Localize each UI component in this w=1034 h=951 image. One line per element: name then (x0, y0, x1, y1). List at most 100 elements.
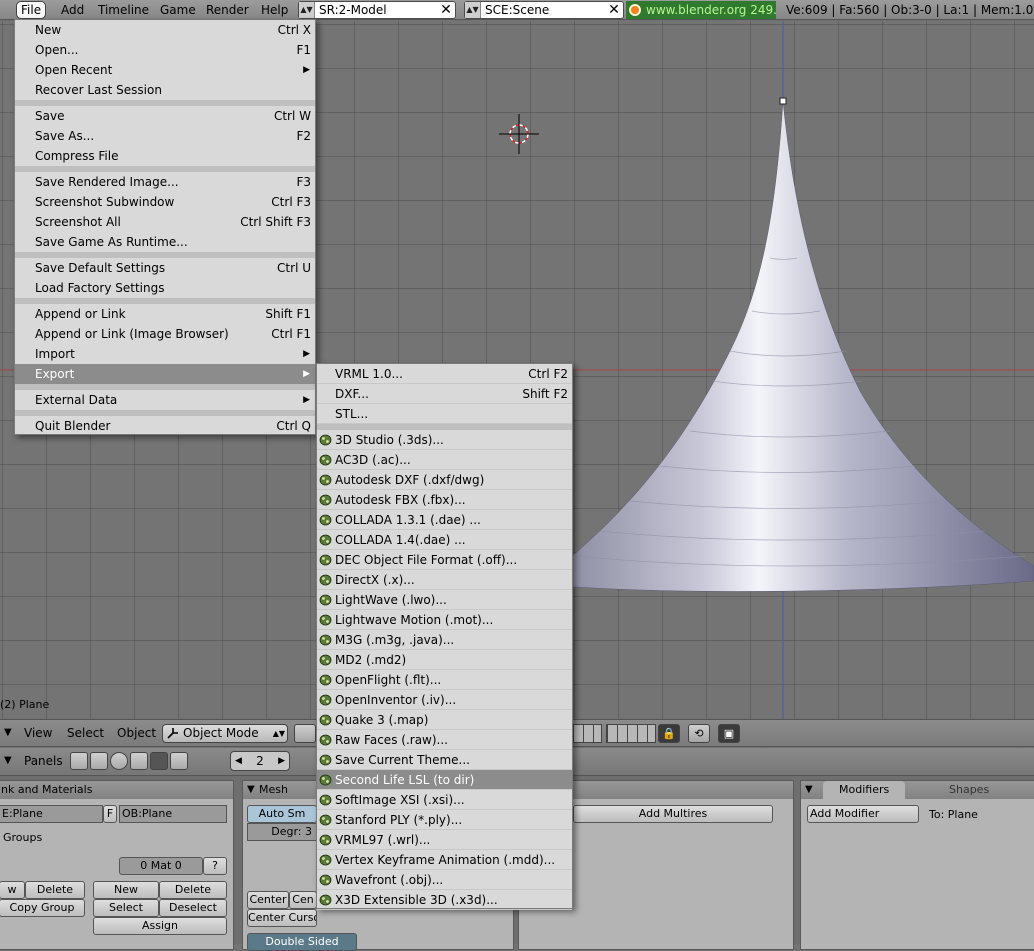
export-item[interactable]: DEC Object File Format (.off)... (317, 550, 572, 570)
material-delete-button[interactable]: Delete (159, 881, 227, 899)
file-external-data[interactable]: External Data ▶ (15, 390, 315, 410)
mesh-name-field[interactable]: E:Plane (0, 805, 103, 823)
degree-field[interactable]: Degr: 3 (247, 823, 317, 841)
file-import[interactable]: Import ▶ (15, 344, 315, 364)
menu-timeline[interactable]: Timeline (94, 1, 153, 19)
file-export[interactable]: Export ▶ (15, 364, 315, 384)
material-select-button[interactable]: Select (93, 899, 159, 917)
link-icon[interactable]: ⟲ (688, 724, 710, 743)
mesh-collapse-icon[interactable]: ▼ (247, 781, 255, 799)
material-assign-button[interactable]: Assign (93, 917, 227, 935)
export-stl[interactable]: STL... (317, 404, 572, 424)
scene-icon[interactable] (170, 752, 188, 770)
menu-render[interactable]: Render (202, 1, 253, 19)
export-item[interactable]: Autodesk FBX (.fbx)... (317, 490, 572, 510)
file-save-defaults[interactable]: Save Default Settings Ctrl U (15, 258, 315, 278)
file-save-as[interactable]: Save As... F2 (15, 126, 315, 146)
export-item[interactable]: COLLADA 1.3.1 (.dae) ... (317, 510, 572, 530)
scene-browse-icon[interactable]: ▲▼ (465, 2, 481, 18)
header-collapse-icon[interactable]: ▼ (4, 727, 12, 738)
menu-file[interactable]: File (16, 1, 47, 19)
tab-modifiers[interactable]: Modifiers (823, 781, 906, 799)
export-item[interactable]: Quake 3 (.map) (317, 710, 572, 730)
scene-delete-icon[interactable]: ✕ (607, 2, 621, 18)
frame-number[interactable]: ◀ 2 ▶ (230, 751, 290, 771)
screen-selector[interactable]: ▲▼ SR:2-Model ✕ (298, 1, 456, 19)
tab-shapes[interactable]: Shapes (949, 781, 989, 799)
file-append-link[interactable]: Append or Link Shift F1 (15, 304, 315, 324)
render-icon[interactable]: ▣ (718, 724, 740, 743)
vgroup-new-button[interactable]: w (0, 881, 25, 899)
material-index[interactable]: 0 Mat 0 (119, 857, 203, 875)
copy-group-button[interactable]: Copy Group (0, 899, 85, 917)
export-item[interactable]: Vertex Keyframe Animation (.mdd)... (317, 850, 572, 870)
export-item[interactable]: VRML97 (.wrl)... (317, 830, 572, 850)
center-button[interactable]: Center (247, 891, 289, 909)
editing-icon[interactable] (150, 752, 168, 770)
file-open[interactable]: Open... F1 (15, 40, 315, 60)
export-item[interactable]: OpenFlight (.flt)... (317, 670, 572, 690)
material-help-button[interactable]: ? (203, 857, 227, 875)
export-item[interactable]: X3D Extensible 3D (.x3d)... (317, 890, 572, 910)
menu-add[interactable]: Add (57, 1, 88, 19)
layer-buttons-a[interactable] (572, 724, 602, 743)
object-icon[interactable] (130, 752, 148, 770)
shading-icon[interactable] (110, 752, 128, 770)
file-save-runtime[interactable]: Save Game As Runtime... (15, 232, 315, 252)
center-new-button[interactable]: Cen (289, 891, 317, 909)
mode-selector[interactable]: Object Mode ▲▼ (162, 724, 288, 743)
export-dxf[interactable]: DXF... Shift F2 (317, 384, 572, 404)
file-recover[interactable]: Recover Last Session (15, 80, 315, 100)
file-compress[interactable]: Compress File (15, 146, 315, 166)
screen-delete-icon[interactable]: ✕ (439, 2, 453, 18)
menu-object[interactable]: Object (117, 726, 156, 740)
menu-help[interactable]: Help (257, 1, 292, 19)
export-item[interactable]: Stanford PLY (*.ply)... (317, 810, 572, 830)
frame-dec-icon[interactable]: ◀ (235, 752, 242, 770)
material-deselect-button[interactable]: Deselect (159, 899, 227, 917)
fake-user-button[interactable]: F (103, 805, 117, 823)
export-item[interactable]: COLLADA 1.4(.dae) ... (317, 530, 572, 550)
file-load-factory[interactable]: Load Factory Settings (15, 278, 315, 298)
menu-game[interactable]: Game (156, 1, 200, 19)
file-open-recent[interactable]: Open Recent ▶ (15, 60, 315, 80)
menu-select[interactable]: Select (67, 726, 104, 740)
export-vrml1[interactable]: VRML 1.0... Ctrl F2 (317, 364, 572, 384)
center-cursor-button[interactable]: Center Cursor (247, 909, 317, 927)
file-save-rendered[interactable]: Save Rendered Image... F3 (15, 172, 315, 192)
file-append-browser[interactable]: Append or Link (Image Browser) Ctrl F1 (15, 324, 315, 344)
export-item[interactable]: LightWave (.lwo)... (317, 590, 572, 610)
add-multires-button[interactable]: Add Multires (573, 805, 773, 823)
export-item[interactable]: Second Life LSL (to dir) (317, 770, 572, 790)
file-quit[interactable]: Quit Blender Ctrl Q (15, 416, 315, 436)
logic-icon[interactable] (70, 752, 88, 770)
export-item[interactable]: M3G (.m3g, .java)... (317, 630, 572, 650)
file-screenshot-all[interactable]: Screenshot All Ctrl Shift F3 (15, 212, 315, 232)
modifiers-collapse-icon[interactable]: ▼ (805, 781, 813, 799)
add-modifier-button[interactable]: Add Modifier (807, 805, 919, 823)
material-new-button[interactable]: New (93, 881, 159, 899)
vgroup-delete-button[interactable]: Delete (25, 881, 85, 899)
scene-selector[interactable]: ▲▼ SCE:Scene ✕ (464, 1, 624, 19)
script-icon[interactable] (90, 752, 108, 770)
export-item[interactable]: DirectX (.x)... (317, 570, 572, 590)
export-item[interactable]: Lightwave Motion (.mot)... (317, 610, 572, 630)
file-save[interactable]: Save Ctrl W (15, 106, 315, 126)
blender-url[interactable]: www.blender.org 249.2 (626, 1, 776, 19)
export-item[interactable]: Autodesk DXF (.dxf/dwg) (317, 470, 572, 490)
auto-smooth-button[interactable]: Auto Sm (247, 805, 317, 823)
export-item[interactable]: 3D Studio (.3ds)... (317, 430, 572, 450)
export-item[interactable]: AC3D (.ac)... (317, 450, 572, 470)
export-item[interactable]: MD2 (.md2) (317, 650, 572, 670)
layer-buttons-b[interactable] (606, 724, 656, 743)
export-item[interactable]: Raw Faces (.raw)... (317, 730, 572, 750)
export-item[interactable]: Save Current Theme... (317, 750, 572, 770)
buttons-collapse-icon[interactable]: ▼ (4, 755, 12, 766)
draw-type-icon[interactable] (294, 724, 316, 743)
double-sided-button[interactable]: Double Sided (247, 933, 357, 951)
file-screenshot-sub[interactable]: Screenshot Subwindow Ctrl F3 (15, 192, 315, 212)
file-new[interactable]: New Ctrl X (15, 20, 315, 40)
export-item[interactable]: SoftImage XSI (.xsi)... (317, 790, 572, 810)
object-name-field[interactable]: OB:Plane (119, 805, 227, 823)
frame-inc-icon[interactable]: ▶ (278, 752, 285, 770)
